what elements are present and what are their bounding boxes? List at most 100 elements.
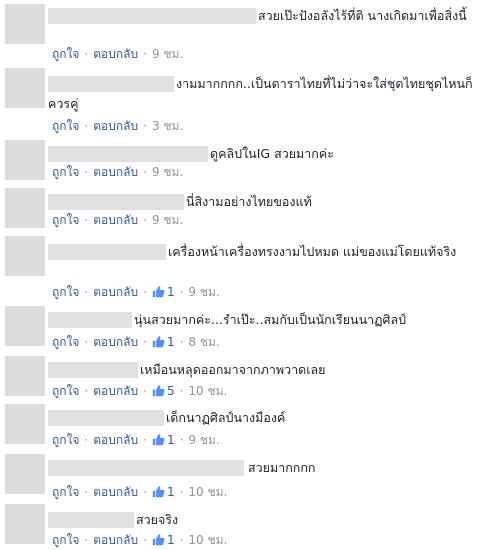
like-count[interactable]: 1 (152, 284, 175, 300)
separator-dot: · (84, 485, 89, 499)
reply-link[interactable]: ตอบกลับ (93, 212, 138, 228)
comment-actions: ถูกใจ · ตอบกลับ · 1 · 10 ชม. (52, 532, 227, 548)
comment-text: เด็กนาฏศิลป์นางมืองค์ (166, 410, 286, 425)
like-count-number: 1 (166, 485, 175, 499)
commenter-avatar[interactable] (5, 404, 45, 444)
reply-link[interactable]: ตอบกลับ (93, 383, 138, 399)
comment-text: สวยเป๊ะปังอลังไร้ที่ติ นางเกิดมาเพื่อสิ่… (258, 8, 467, 23)
comment-actions: ถูกใจ · ตอบกลับ · 9 ชม. (52, 164, 183, 180)
comment-timestamp[interactable]: 9 ชม. (188, 284, 219, 300)
comment-text: นุ่นสวยมากค่ะ...รำเป๊ะ..สมกับเป็นนักเรีย… (134, 312, 407, 327)
thumbs-up-icon (152, 485, 165, 498)
thumbs-up-icon (152, 285, 165, 298)
comment-text: สวยมากกกก (248, 460, 316, 475)
reply-link[interactable]: ตอบกลับ (93, 484, 138, 500)
comment-timestamp[interactable]: 8 ชม. (188, 334, 219, 350)
like-count-number: 1 (166, 533, 175, 547)
like-link[interactable]: ถูกใจ (52, 334, 79, 350)
comment-text: สวยจริง (136, 512, 179, 527)
separator-dot: · (179, 285, 184, 299)
separator-dot: · (143, 119, 147, 133)
comment-text: เครื่องหน้าเครื่องทรงงามไปหมด แม่ของแม่โ… (168, 244, 457, 259)
comment-actions: ถูกใจ · ตอบกลับ · 5 · 10 ชม. (52, 383, 227, 399)
commenter-avatar[interactable] (5, 4, 45, 44)
comment-timestamp[interactable]: 3 ชม. (152, 118, 183, 134)
comment-timestamp[interactable]: 10 ชม. (188, 383, 227, 399)
commenter-avatar[interactable] (5, 236, 45, 276)
reply-link[interactable]: ตอบกลับ (93, 284, 138, 300)
separator-dot: · (84, 335, 89, 349)
separator-dot: · (84, 47, 89, 61)
reply-link[interactable]: ตอบกลับ (93, 532, 138, 548)
like-count[interactable]: 1 (152, 484, 175, 500)
separator-dot: · (143, 433, 147, 447)
comment-actions: ถูกใจ · ตอบกลับ · 1 · 9 ชม. (52, 432, 220, 448)
comment-actions: ถูกใจ · ตอบกลับ · 1 · 10 ชม. (52, 484, 227, 500)
separator-dot: · (84, 213, 89, 227)
like-link[interactable]: ถูกใจ (52, 383, 79, 399)
like-count-number: 1 (166, 433, 175, 447)
like-link[interactable]: ถูกใจ (52, 118, 79, 134)
reply-link[interactable]: ตอบกลับ (93, 334, 138, 350)
like-link[interactable]: ถูกใจ (52, 432, 79, 448)
separator-dot: · (84, 533, 89, 547)
like-link[interactable]: ถูกใจ (52, 164, 79, 180)
comment-text: นี่สิงามอย่างไทยของแท้ (186, 194, 312, 209)
separator-dot: · (143, 533, 147, 547)
reply-link[interactable]: ตอบกลับ (93, 164, 138, 180)
comment-text: ดูคลิปในIG สวยมากค่ะ (210, 146, 334, 161)
like-link[interactable]: ถูกใจ (52, 484, 79, 500)
separator-dot: · (84, 165, 89, 179)
commenter-avatar[interactable] (5, 454, 45, 494)
like-count[interactable]: 1 (152, 532, 175, 548)
thumbs-up-icon (152, 384, 165, 397)
commenter-avatar[interactable] (5, 504, 45, 544)
separator-dot: · (179, 433, 184, 447)
like-count[interactable]: 1 (152, 432, 175, 448)
reply-link[interactable]: ตอบกลับ (93, 46, 138, 62)
separator-dot: · (143, 485, 147, 499)
separator-dot: · (84, 433, 89, 447)
separator-dot: · (143, 213, 147, 227)
comment-timestamp[interactable]: 10 ชม. (188, 484, 227, 500)
comment-actions: ถูกใจ · ตอบกลับ · 1 · 9 ชม. (52, 284, 220, 300)
separator-dot: · (84, 384, 89, 398)
thumbs-up-icon (152, 433, 165, 446)
commenter-avatar[interactable] (5, 188, 45, 228)
separator-dot: · (143, 384, 147, 398)
commenter-avatar[interactable] (5, 356, 45, 396)
like-link[interactable]: ถูกใจ (52, 532, 79, 548)
comment-actions: ถูกใจ · ตอบกลับ · 9 ชม. (52, 212, 183, 228)
comment-timestamp[interactable]: 9 ชม. (152, 46, 183, 62)
comment-actions: ถูกใจ · ตอบกลับ · 3 ชม. (52, 118, 183, 134)
comment-actions: ถูกใจ · ตอบกลับ · 9 ชม. (52, 46, 183, 62)
commenter-avatar[interactable] (5, 68, 45, 108)
comment-text: งามมากกกก..เป็นดาราไทยที่ไม่ว่าจะใส่ชุดไ… (48, 76, 473, 111)
like-link[interactable]: ถูกใจ (52, 284, 79, 300)
like-count[interactable]: 1 (152, 334, 175, 350)
separator-dot: · (179, 384, 184, 398)
separator-dot: · (84, 285, 89, 299)
separator-dot: · (143, 165, 147, 179)
comment-actions: ถูกใจ · ตอบกลับ · 1 · 8 ชม. (52, 334, 220, 350)
thumbs-up-icon (152, 533, 165, 546)
separator-dot: · (179, 485, 184, 499)
comment-timestamp[interactable]: 9 ชม. (152, 164, 183, 180)
comment-timestamp[interactable]: 9 ชม. (152, 212, 183, 228)
separator-dot: · (143, 285, 147, 299)
comment-timestamp[interactable]: 9 ชม. (188, 432, 219, 448)
thumbs-up-icon (152, 335, 165, 348)
reply-link[interactable]: ตอบกลับ (93, 118, 138, 134)
like-count-number: 5 (166, 384, 175, 398)
separator-dot: · (179, 335, 184, 349)
separator-dot: · (84, 119, 89, 133)
reply-link[interactable]: ตอบกลับ (93, 432, 138, 448)
commenter-avatar[interactable] (5, 140, 45, 180)
like-link[interactable]: ถูกใจ (52, 212, 79, 228)
comment-text: เหมือนหลุดออกมาจากภาพวาดเลย (140, 362, 326, 377)
like-count[interactable]: 5 (152, 383, 175, 399)
like-link[interactable]: ถูกใจ (52, 46, 79, 62)
commenter-avatar[interactable] (5, 306, 45, 346)
like-count-number: 1 (166, 335, 175, 349)
comment-timestamp[interactable]: 10 ชม. (188, 532, 227, 548)
